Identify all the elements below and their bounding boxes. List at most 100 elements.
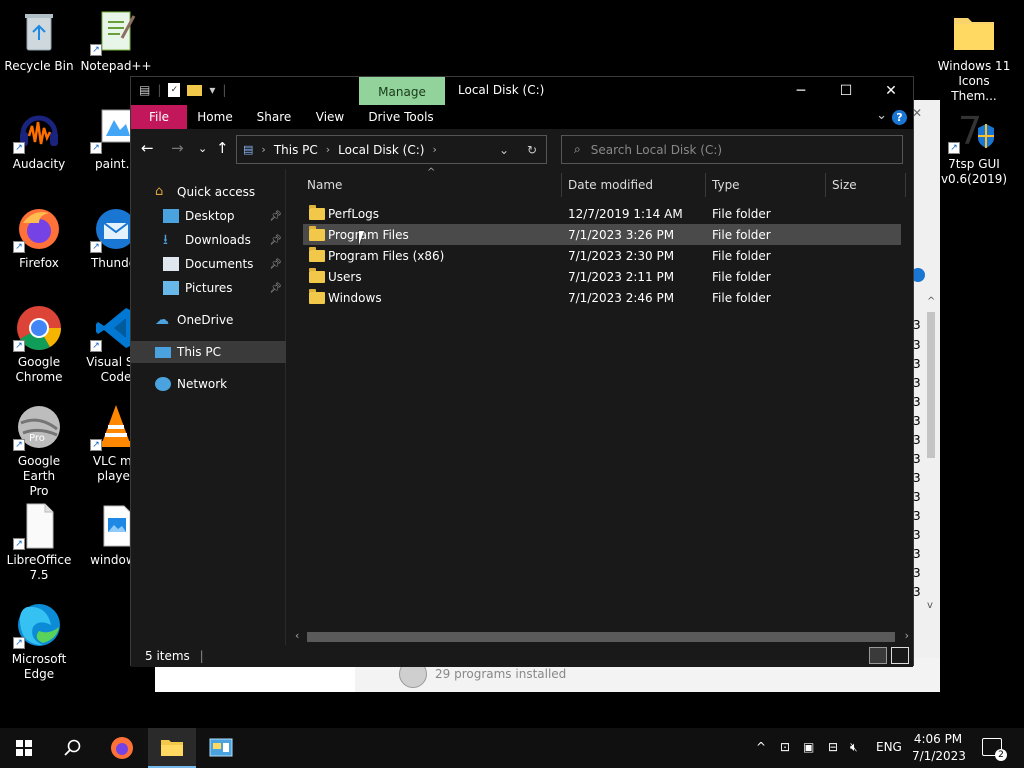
address-bar[interactable]: ▤ › This PC › Local Disk (C:) › ⌄ ↻: [236, 135, 547, 164]
horizontal-scrollbar[interactable]: ‹ ›: [293, 629, 913, 645]
recycle-bin-icon: [15, 8, 63, 56]
taskbar-firefox[interactable]: [98, 728, 146, 768]
breadcrumb-local-disk[interactable]: Local Disk (C:): [338, 143, 424, 157]
pin-icon[interactable]: 📌︎: [269, 235, 282, 246]
help-icon[interactable]: ?: [892, 110, 907, 125]
language-indicator[interactable]: ENG: [876, 740, 902, 754]
audacity-icon: ↗: [13, 106, 63, 154]
scroll-thumb[interactable]: [307, 632, 895, 642]
breadcrumb-this-pc[interactable]: This PC: [274, 143, 318, 157]
desktop-icon-firefox[interactable]: ↗ Firefox: [1, 205, 77, 271]
nav-downloads[interactable]: ⭳ Downloads 📌︎: [131, 229, 286, 251]
7tsp-icon: 7 ↗: [948, 106, 998, 154]
google-earth-icon: Pro ↗: [13, 403, 63, 451]
minimize-button[interactable]: ─: [778, 77, 824, 105]
file-row[interactable]: Program Files 7/1/2023 3:26 PM File fold…: [303, 224, 901, 245]
expand-ribbon-icon[interactable]: ⌄: [876, 108, 887, 123]
forward-arrow-icon[interactable]: →: [171, 139, 184, 157]
meet-now-icon[interactable]: ⊡: [780, 740, 790, 754]
manage-context-tab[interactable]: Manage: [359, 77, 445, 105]
title-bar[interactable]: ▤ | ✓ ▾ | Manage Local Disk (C:) ─ ☐ ✕: [131, 77, 913, 105]
search-icon: [64, 739, 81, 756]
desktop-icon-audacity[interactable]: ↗ Audacity: [1, 106, 77, 172]
nav-network[interactable]: Network: [131, 373, 286, 395]
maximize-button[interactable]: ☐: [823, 77, 869, 105]
taskbar-file-explorer[interactable]: [148, 728, 196, 768]
refresh-icon[interactable]: ↻: [527, 143, 537, 157]
search-button[interactable]: [48, 728, 96, 768]
new-folder-icon[interactable]: [187, 84, 203, 96]
up-arrow-icon[interactable]: ↑: [216, 139, 229, 157]
shortcut-arrow-icon: ↗: [13, 340, 25, 352]
background-row-value: 3: [913, 452, 921, 466]
back-arrow-icon[interactable]: ←: [141, 139, 154, 157]
background-row-value: 3: [913, 547, 921, 561]
tab-file[interactable]: File: [131, 105, 187, 129]
scroll-up-icon[interactable]: ^: [927, 296, 935, 307]
pin-icon[interactable]: 📌︎: [269, 211, 282, 222]
background-row-value: 3: [913, 318, 921, 332]
background-row-value: 3: [913, 338, 921, 352]
taskbar-control-panel[interactable]: [197, 728, 245, 768]
nav-desktop[interactable]: Desktop 📌︎: [131, 205, 286, 227]
tab-drive-tools[interactable]: Drive Tools: [365, 105, 437, 129]
desktop-icon-libreoffice[interactable]: ↗ LibreOffice 7.5: [1, 502, 77, 583]
column-header-date-modified[interactable]: Date modified: [568, 175, 653, 195]
nav-this-pc[interactable]: This PC: [131, 341, 286, 363]
file-explorer-icon: [161, 740, 183, 756]
desktop-icon-chrome[interactable]: ↗ Google Chrome: [1, 304, 77, 385]
recent-locations-chevron-icon[interactable]: ⌄: [198, 142, 207, 155]
background-row-value: 3: [913, 471, 921, 485]
desktop-icon-notepadpp[interactable]: ↗ Notepad++: [78, 8, 154, 74]
nav-documents[interactable]: Documents 📌︎: [131, 253, 286, 275]
pictures-icon: [163, 281, 179, 295]
file-row[interactable]: PerfLogs 12/7/2019 1:14 AM File folder: [303, 203, 901, 224]
pin-icon[interactable]: 📌︎: [269, 259, 282, 270]
device-icon[interactable]: ▣: [803, 740, 814, 754]
desktop-icon-google-earth[interactable]: Pro ↗ Google Earth Pro: [1, 403, 77, 499]
start-button[interactable]: [0, 728, 48, 768]
scroll-left-icon[interactable]: ‹: [295, 629, 299, 642]
nav-onedrive[interactable]: ☁ OneDrive: [131, 309, 286, 331]
network-icon[interactable]: ⊟: [828, 740, 838, 754]
column-header-size[interactable]: Size: [832, 175, 857, 195]
nav-pictures[interactable]: Pictures 📌︎: [131, 277, 286, 299]
clock[interactable]: 4:06 PM 7/1/2023: [912, 731, 966, 765]
notepadpp-icon: ↗: [90, 8, 140, 56]
scroll-down-icon[interactable]: v: [927, 600, 933, 611]
scroll-right-icon[interactable]: ›: [905, 629, 909, 642]
mouse-cursor: [359, 231, 369, 245]
close-button[interactable]: ✕: [868, 77, 914, 105]
desktop-icon-recycle-bin[interactable]: Recycle Bin: [1, 8, 77, 74]
desktop-icon-windows11-icons-folder[interactable]: Windows 11 Icons Them...: [936, 8, 1012, 104]
notification-center-button[interactable]: 2: [982, 738, 1007, 761]
tab-share[interactable]: Share: [251, 105, 297, 129]
large-icons-view-icon[interactable]: [891, 647, 909, 664]
search-icon: ⌕: [574, 142, 581, 156]
background-row-value: 3: [913, 585, 921, 599]
volume-muted-icon[interactable]: 🔇︎: [850, 740, 858, 755]
column-header-type[interactable]: Type: [712, 175, 740, 195]
search-box[interactable]: ⌕ Search Local Disk (C:): [561, 135, 903, 164]
background-row-value: 3: [913, 509, 921, 523]
qat-dropdown-icon[interactable]: ▾: [209, 83, 215, 97]
nav-quick-access[interactable]: ⌂ Quick access: [131, 181, 286, 203]
file-row[interactable]: Users 7/1/2023 2:11 PM File folder: [303, 266, 901, 287]
tab-view[interactable]: View: [309, 105, 351, 129]
file-row[interactable]: Windows 7/1/2023 2:46 PM File folder: [303, 287, 901, 308]
file-explorer-window[interactable]: ▤ | ✓ ▾ | Manage Local Disk (C:) ─ ☐ ✕ F…: [130, 76, 914, 667]
desktop-icon-7tsp[interactable]: 7 ↗ 7tsp GUI v0.6(2019): [936, 106, 1012, 187]
details-view-icon[interactable]: [869, 647, 887, 664]
tab-home[interactable]: Home: [193, 105, 237, 129]
properties-icon[interactable]: ✓: [168, 83, 181, 97]
pin-icon[interactable]: 📌︎: [269, 283, 282, 294]
folder-icon: [309, 225, 325, 241]
desktop-icon-edge[interactable]: ↗ Microsoft Edge: [1, 601, 77, 682]
address-dropdown-icon[interactable]: ⌄: [499, 143, 509, 157]
file-row[interactable]: Program Files (x86) 7/1/2023 2:30 PM Fil…: [303, 245, 901, 266]
background-row-value: 3: [913, 528, 921, 542]
folder-icon: [309, 288, 325, 304]
scroll-thumb[interactable]: [927, 312, 935, 458]
show-hidden-icons-chevron[interactable]: ^: [756, 740, 766, 754]
column-header-name[interactable]: Name: [307, 175, 342, 195]
